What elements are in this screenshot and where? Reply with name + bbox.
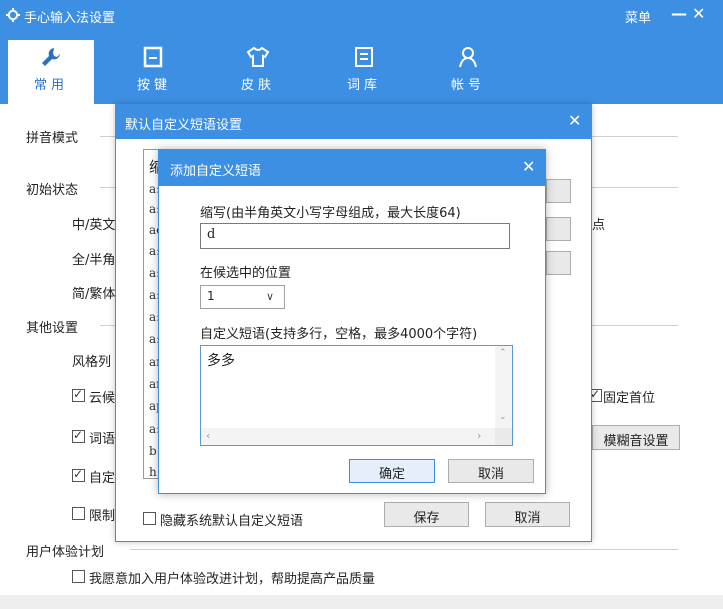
chevron-up-icon[interactable]: ⌃ <box>499 348 507 358</box>
word-checkbox[interactable] <box>72 428 85 443</box>
chevron-down-icon[interactable]: ⌄ <box>499 412 507 422</box>
divider <box>130 549 678 550</box>
add-phrase-dialog: 添加自定义短语 ✕ 缩写(由半角英文小写字母组成，最大长度64) d 在候选中的… <box>158 149 546 494</box>
chevron-down-icon: ∨ <box>266 290 275 303</box>
position-select[interactable]: 1 ∨ <box>200 285 285 309</box>
button-label: 确定 <box>378 467 405 482</box>
word-label: 词语 <box>89 432 116 447</box>
button-label: 取消 <box>477 467 504 482</box>
full-half-label: 全/半角 <box>72 253 116 268</box>
phrase-label: 自定义短语(支持多行，空格，最多4000个字符) <box>200 327 478 342</box>
add-phrase-button[interactable] <box>546 179 571 203</box>
pinyin-mode-heading: 拼音模式 <box>26 131 79 146</box>
user-icon <box>459 47 477 68</box>
menu-button[interactable]: 菜单 <box>625 7 651 26</box>
cloud-candidate-label: 云候 <box>89 391 116 406</box>
tab-label: 词库 <box>346 78 381 93</box>
tab-keys[interactable]: 按键 <box>111 40 197 104</box>
minimize-button[interactable]: — <box>671 4 687 23</box>
horizontal-scrollbar[interactable]: ‹ › <box>201 428 496 445</box>
fixed-first-label: 固定首位 <box>603 391 656 406</box>
style-list-label: 风格列 <box>72 355 112 370</box>
abbr-label: 缩写(由半角英文小写字母组成，最大长度64) <box>200 206 461 221</box>
abbreviation-input[interactable]: d <box>200 223 510 249</box>
tab-common[interactable]: 常用 <box>8 40 94 104</box>
divider <box>592 136 678 137</box>
close-icon[interactable]: ✕ <box>522 157 535 176</box>
limit-checkbox[interactable] <box>72 507 85 520</box>
divider <box>592 187 678 188</box>
tab-skin[interactable]: 皮肤 <box>215 40 301 104</box>
cloud-candidate-checkbox[interactable] <box>72 387 85 402</box>
ux-plan-heading: 用户体验计划 <box>26 545 105 560</box>
dialog-title: 默认自定义短语设置 <box>125 118 243 133</box>
punctuation-label: 点 <box>592 218 606 233</box>
hide-default-label: 隐藏系统默认自定义短语 <box>160 514 304 529</box>
shirt-icon <box>246 46 270 67</box>
simp-trad-label: 简/繁体 <box>72 287 116 302</box>
close-button[interactable]: ✕ <box>692 4 705 23</box>
divider <box>592 325 678 326</box>
fuzzy-pinyin-button[interactable]: 模糊音设置 <box>592 425 680 450</box>
gear-icon <box>6 8 20 22</box>
save-button[interactable]: 保存 <box>384 502 469 527</box>
phrase-value: 多多 <box>207 353 235 369</box>
custom-checkbox[interactable] <box>72 467 85 482</box>
ux-plan-label: 我愿意加入用户体验改进计划，帮助提高产品质量 <box>89 572 376 587</box>
hide-default-checkbox[interactable] <box>143 512 156 525</box>
window-title: 手心输入法设置 <box>24 11 116 26</box>
edit-phrase-button[interactable] <box>546 217 571 241</box>
wrench-icon <box>42 48 60 66</box>
close-icon[interactable]: ✕ <box>568 111 581 130</box>
initial-state-heading: 初始状态 <box>26 183 79 198</box>
limit-label: 限制 <box>89 509 116 524</box>
tab-dictionary[interactable]: 词库 <box>321 40 407 104</box>
status-bar <box>0 595 723 609</box>
keyboard-icon <box>143 46 163 68</box>
tab-label: 皮肤 <box>240 78 275 93</box>
dictionary-icon <box>355 47 373 67</box>
cancel-button[interactable]: 取消 <box>448 459 534 483</box>
ux-plan-checkbox[interactable] <box>72 570 85 583</box>
position-label: 在候选中的位置 <box>200 266 292 281</box>
header-bar: 手心输入法设置 菜单 — ✕ 常用 按键 皮肤 词库 帐号 <box>0 0 723 104</box>
button-label: 取消 <box>514 511 541 526</box>
custom-label: 自定 <box>89 471 116 486</box>
tab-label: 常用 <box>33 78 68 93</box>
position-value: 1 <box>207 289 215 303</box>
tab-label: 按键 <box>136 78 171 93</box>
tab-label: 帐号 <box>450 78 485 93</box>
ok-button[interactable]: 确定 <box>349 459 435 483</box>
dialog-title: 添加自定义短语 <box>170 164 262 179</box>
button-label: 保存 <box>413 511 440 526</box>
chevron-left-icon[interactable]: ‹ <box>206 429 210 442</box>
cancel-button[interactable]: 取消 <box>485 502 570 527</box>
title-bar: 手心输入法设置 菜单 — ✕ <box>0 0 723 32</box>
delete-phrase-button[interactable] <box>546 251 571 275</box>
vertical-scrollbar[interactable]: ⌃ ⌄ <box>495 346 512 428</box>
dialog-title-bar: 添加自定义短语 ✕ <box>159 150 545 186</box>
chevron-right-icon[interactable]: › <box>477 429 481 442</box>
dialog-title-bar: 默认自定义短语设置 ✕ <box>116 105 591 139</box>
scroll-corner <box>495 428 512 445</box>
cn-en-label: 中/英文 <box>72 218 116 233</box>
tab-account[interactable]: 帐号 <box>425 40 511 104</box>
other-settings-heading: 其他设置 <box>26 321 79 336</box>
phrase-textarea[interactable]: 多多 ⌃ ⌄ ‹ › <box>200 345 513 446</box>
button-label: 模糊音设置 <box>603 434 669 449</box>
